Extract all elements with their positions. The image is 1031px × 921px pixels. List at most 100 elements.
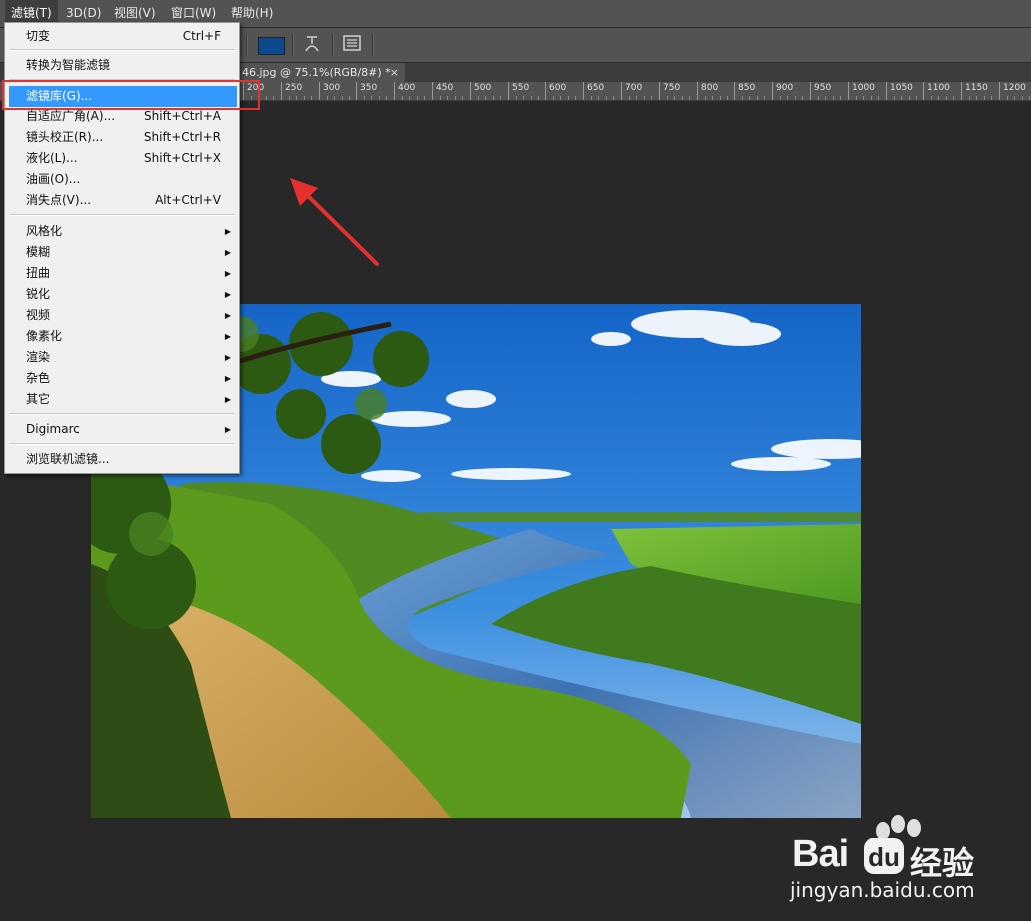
ruler-minor-tick [840,96,841,100]
ruler-tick: 250 [281,82,302,100]
ruler-label: 1200 [1003,83,1026,93]
ruler-minor-tick [636,96,637,100]
ruler-minor-tick [749,96,750,100]
menu-item-sharpen[interactable]: 锐化 ▶ [5,284,239,305]
ruler-minor-tick [455,96,456,100]
menu-item-stylize[interactable]: 风格化 ▶ [5,221,239,242]
submenu-arrow-icon: ▶ [224,332,231,341]
ruler-label: 1050 [890,83,913,93]
menu-item-pixelate[interactable]: 像素化 ▶ [5,326,239,347]
ruler-minor-tick [856,96,857,100]
ruler-minor-tick [712,96,713,100]
ruler-minor-tick [916,96,917,100]
ruler-label: 250 [285,83,303,93]
menu-item-oil-paint[interactable]: 油画(O)... [5,169,239,190]
ruler-minor-tick [516,96,517,100]
warp-text-icon[interactable] [302,35,322,55]
ruler-minor-tick [720,96,721,100]
ruler-minor-tick [931,96,932,100]
menu-item-browse-filters-online[interactable]: 浏览联机滤镜... [5,449,239,470]
menu-item-shear[interactable]: 切变 Ctrl+F [5,26,239,47]
ruler-minor-tick [1014,96,1015,100]
menu-item-lens-correction[interactable]: 镜头校正(R)... Shift+Ctrl+R [5,127,239,148]
menu-item-label: 镜头校正(R)... [26,130,104,144]
menu-item-shortcut: Ctrl+F [182,29,221,43]
menu-item-shortcut: Alt+Ctrl+V [155,193,221,207]
ruler-tick: 750 [659,82,680,100]
submenu-arrow-icon: ▶ [224,290,231,299]
ruler-label: 850 [738,83,756,93]
ruler-tick: 900 [772,82,793,100]
ruler-minor-tick [901,96,902,100]
ruler-label: 700 [625,83,643,93]
menu-item-label: 油画(O)... [26,172,81,186]
ruler-minor-tick [606,96,607,100]
ruler-minor-tick [311,96,312,100]
menu-item-label: 视频 [26,308,51,322]
ruler-label: 550 [512,83,530,93]
menu-item-render[interactable]: 渲染 ▶ [5,347,239,368]
menu-item-noise[interactable]: 杂色 ▶ [5,368,239,389]
menu-item-vanishing-point[interactable]: 消失点(V)... Alt+Ctrl+V [5,190,239,211]
close-tab-icon[interactable]: × [390,63,399,82]
ruler-minor-tick [667,96,668,100]
ruler-label: 450 [436,83,454,93]
divider [246,34,248,56]
annotation-highlight-box [2,80,260,110]
ruler-label: 500 [474,83,492,93]
ruler-tick: 600 [545,82,566,100]
ruler-tick: 1050 [886,82,913,100]
ruler-label: 600 [549,83,567,93]
menu-item-distort[interactable]: 扭曲 ▶ [5,263,239,284]
ruler-minor-tick [991,96,992,100]
menu-separator [9,443,235,445]
menu-item-liquify[interactable]: 液化(L)... Shift+Ctrl+X [5,148,239,169]
ruler-minor-tick [1022,96,1023,100]
ruler-minor-tick [787,96,788,100]
annotation-arrow [290,178,379,266]
ruler-minor-tick [1029,96,1030,100]
ruler-minor-tick [757,96,758,100]
menu-item-other[interactable]: 其它 ▶ [5,389,239,410]
ruler-minor-tick [591,96,592,100]
ruler-minor-tick [371,96,372,100]
ruler-minor-tick [689,96,690,100]
ruler-minor-tick [984,96,985,100]
ruler-minor-tick [266,96,267,100]
ruler-minor-tick [334,96,335,100]
ruler-minor-tick [560,96,561,100]
ruler-minor-tick [825,96,826,100]
ruler-minor-tick [871,96,872,100]
panel-icon[interactable] [342,35,362,55]
ruler-minor-tick [894,96,895,100]
menu-item-blur[interactable]: 模糊 ▶ [5,242,239,263]
ruler-minor-tick [682,96,683,100]
ruler-minor-tick [742,96,743,100]
ruler-tick: 400 [394,82,415,100]
ruler-minor-tick [440,96,441,100]
menu-separator [9,214,235,216]
ruler-label: 900 [776,83,794,93]
menu-item-video[interactable]: 视频 ▶ [5,305,239,326]
menu-item-label: 像素化 [26,329,63,343]
ruler-tick: 1000 [848,82,875,100]
ruler-minor-tick [379,96,380,100]
watermark-brand: Bai [792,833,849,875]
menu-item-label: Digimarc [26,422,80,436]
menu-item-convert-smart-filter[interactable]: 转换为智能滤镜 [5,55,239,76]
ruler-tick: 350 [356,82,377,100]
ruler-label: 950 [814,83,832,93]
ruler-tick: 500 [470,82,491,100]
ruler-tick: 1150 [961,82,988,100]
menu-item-digimarc[interactable]: Digimarc ▶ [5,419,239,440]
ruler-minor-tick [523,96,524,100]
ruler-minor-tick [863,96,864,100]
ruler-minor-tick [674,96,675,100]
text-color-swatch[interactable] [258,37,285,55]
ruler-minor-tick [727,96,728,100]
menu-item-label: 锐化 [26,287,51,301]
menu-item-label: 液化(L)... [26,151,78,165]
ruler-label: 1150 [965,83,988,93]
ruler-minor-tick [493,96,494,100]
ruler-tick: 850 [734,82,755,100]
